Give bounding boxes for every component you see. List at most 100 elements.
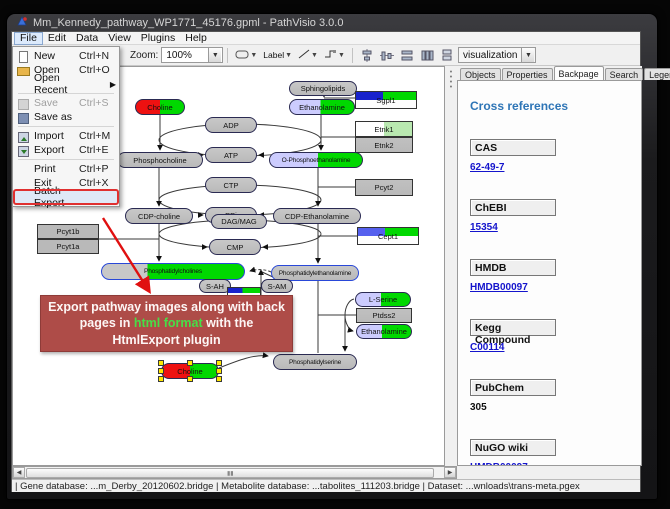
- import-icon: [16, 131, 30, 142]
- toolbar-separator: [352, 48, 353, 63]
- connector-icon: [324, 49, 337, 62]
- xref-section-nugo-wiki: NuGO wiki HMDB00097: [470, 439, 641, 466]
- zoom-combobox[interactable]: 100% ▼: [161, 47, 223, 63]
- scroll-right-icon[interactable]: ▶: [444, 467, 456, 478]
- tab-backpage[interactable]: Backpage: [554, 66, 604, 80]
- file-menu-item-batch-export[interactable]: Batch Export: [14, 190, 118, 204]
- xref-link[interactable]: 15354: [470, 222, 641, 233]
- main-content: FileEditDataViewPluginsHelp Zoom: 100% ▼…: [11, 31, 641, 492]
- zoom-value: 100%: [162, 50, 208, 61]
- file-menu: NewCtrl+NOpenCtrl+OOpen Recent▶SaveCtrl+…: [12, 46, 120, 207]
- shortcut-label: Ctrl+O: [79, 64, 115, 76]
- file-menu-item-export[interactable]: ExportCtrl+E: [14, 143, 118, 157]
- file-menu-item-save-as[interactable]: Save as: [14, 110, 118, 124]
- status-bar: | Gene database: ...m_Derby_20120602.bri…: [12, 479, 640, 492]
- file-menu-item-label: Open Recent: [34, 72, 79, 96]
- xref-database-header: ChEBI: [470, 199, 556, 216]
- visualization-value: visualization: [459, 50, 521, 61]
- backpage-panel: Cross references CAS 62-49-7 ChEBI 15354 HMD…: [457, 80, 642, 466]
- chevron-down-icon[interactable]: ▼: [338, 52, 345, 59]
- menu-help[interactable]: Help: [180, 32, 212, 45]
- tab-search[interactable]: Search: [605, 68, 644, 80]
- menu-view[interactable]: View: [103, 32, 136, 45]
- cross-references-list: CAS 62-49-7 ChEBI 15354 HMDB HMDB00097 Kegg Co…: [470, 139, 641, 466]
- cross-references-heading: Cross references: [470, 99, 641, 113]
- blank-icon: [16, 178, 30, 189]
- tab-legend[interactable]: Legend: [644, 68, 670, 80]
- new-document-icon: [16, 51, 30, 62]
- file-menu-item-label: Export: [34, 144, 79, 156]
- xref-link[interactable]: HMDB00097: [470, 462, 641, 466]
- file-menu-item-import[interactable]: ImportCtrl+M: [14, 129, 118, 143]
- shortcut-label: Ctrl+N: [79, 50, 115, 62]
- file-menu-item-label: Save as: [34, 111, 79, 123]
- save-icon: [16, 98, 30, 109]
- xref-section-kegg-compound: Kegg Compound C00114: [470, 319, 641, 353]
- xref-database-header: NuGO wiki: [470, 439, 556, 456]
- align-horizontal-center-button[interactable]: [357, 47, 377, 64]
- menu-separator: [18, 159, 114, 160]
- menu-bar: FileEditDataViewPluginsHelp: [12, 32, 640, 45]
- blank-icon: [16, 79, 30, 90]
- tab-objects[interactable]: Objects: [460, 68, 501, 80]
- menu-file[interactable]: File: [14, 32, 43, 45]
- window-title: Mm_Kennedy_pathway_WP1771_45176.gpml - P…: [33, 17, 343, 29]
- panel-splitter[interactable]: ••••: [445, 66, 457, 466]
- blank-icon: [16, 164, 30, 175]
- file-menu-item-label: Save: [34, 97, 79, 109]
- scrollbar-thumb[interactable]: ▮▮: [26, 468, 434, 478]
- file-menu-item-open-recent[interactable]: Open Recent▶: [14, 77, 118, 91]
- blank-icon: [16, 192, 30, 203]
- chevron-down-icon[interactable]: ▼: [208, 48, 221, 62]
- scroll-left-icon[interactable]: ◀: [13, 467, 25, 478]
- xref-section-cas: CAS 62-49-7: [470, 139, 641, 173]
- shortcut-label: Ctrl+P: [79, 163, 115, 175]
- xref-database-header: Kegg Compound: [470, 319, 556, 336]
- stack-vertical-button[interactable]: [437, 47, 457, 64]
- menu-separator: [18, 126, 114, 127]
- file-menu-item-new[interactable]: NewCtrl+N: [14, 49, 118, 63]
- xref-section-hmdb: HMDB HMDB00097: [470, 259, 641, 293]
- splitter-grip-icon[interactable]: ••••: [448, 70, 454, 90]
- title-bar[interactable]: Mm_Kennedy_pathway_WP1771_45176.gpml - P…: [7, 14, 657, 31]
- connector-tool-button[interactable]: ▼: [321, 47, 348, 64]
- panel-tabs: ObjectsPropertiesBackpageSearchLegend: [457, 66, 642, 80]
- open-folder-icon: [16, 65, 30, 76]
- toolbar-separator: [227, 48, 228, 63]
- datanode-icon: [235, 49, 249, 62]
- shortcut-label: Ctrl+S: [79, 97, 115, 109]
- xref-link[interactable]: 62-49-7: [470, 162, 641, 173]
- file-menu-item-save[interactable]: SaveCtrl+S: [14, 96, 118, 110]
- file-menu-item-label: Batch Export: [34, 185, 79, 209]
- chevron-down-icon[interactable]: ▼: [311, 52, 318, 59]
- visualization-combobox[interactable]: visualization ▼: [458, 47, 536, 63]
- line-tool-button[interactable]: ▼: [295, 47, 321, 64]
- label-tool-button[interactable]: Label ▼: [260, 47, 295, 64]
- label-tool-text: Label: [263, 50, 284, 60]
- zoom-label: Zoom:: [130, 50, 158, 61]
- chevron-down-icon[interactable]: ▼: [285, 52, 292, 59]
- shortcut-label: Ctrl+E: [79, 144, 115, 156]
- xref-database-header: HMDB: [470, 259, 556, 276]
- pathvisio-logo-icon: [17, 16, 28, 30]
- side-panel: ObjectsPropertiesBackpageSearchLegend Cr…: [457, 66, 642, 466]
- menu-plugins[interactable]: Plugins: [136, 32, 180, 45]
- xref-database-header: CAS: [470, 139, 556, 156]
- common-width-button[interactable]: [397, 47, 417, 64]
- common-height-button[interactable]: [417, 47, 437, 64]
- datanode-tool-button[interactable]: ▼: [232, 47, 260, 64]
- tab-properties[interactable]: Properties: [502, 68, 553, 80]
- horizontal-scrollbar[interactable]: ◀ ▮▮ ▶: [12, 466, 457, 479]
- xref-link[interactable]: HMDB00097: [470, 282, 641, 293]
- shortcut-label: Ctrl+M: [79, 130, 115, 142]
- file-menu-item-print[interactable]: PrintCtrl+P: [14, 162, 118, 176]
- line-icon: [298, 49, 310, 62]
- align-vertical-center-button[interactable]: [377, 47, 397, 64]
- export-icon: [16, 145, 30, 156]
- menu-edit[interactable]: Edit: [43, 32, 71, 45]
- chevron-down-icon[interactable]: ▼: [521, 48, 534, 62]
- xref-link[interactable]: C00114: [470, 342, 641, 353]
- xref-database-header: PubChem: [470, 379, 556, 396]
- menu-data[interactable]: Data: [71, 32, 103, 45]
- chevron-down-icon[interactable]: ▼: [250, 52, 257, 59]
